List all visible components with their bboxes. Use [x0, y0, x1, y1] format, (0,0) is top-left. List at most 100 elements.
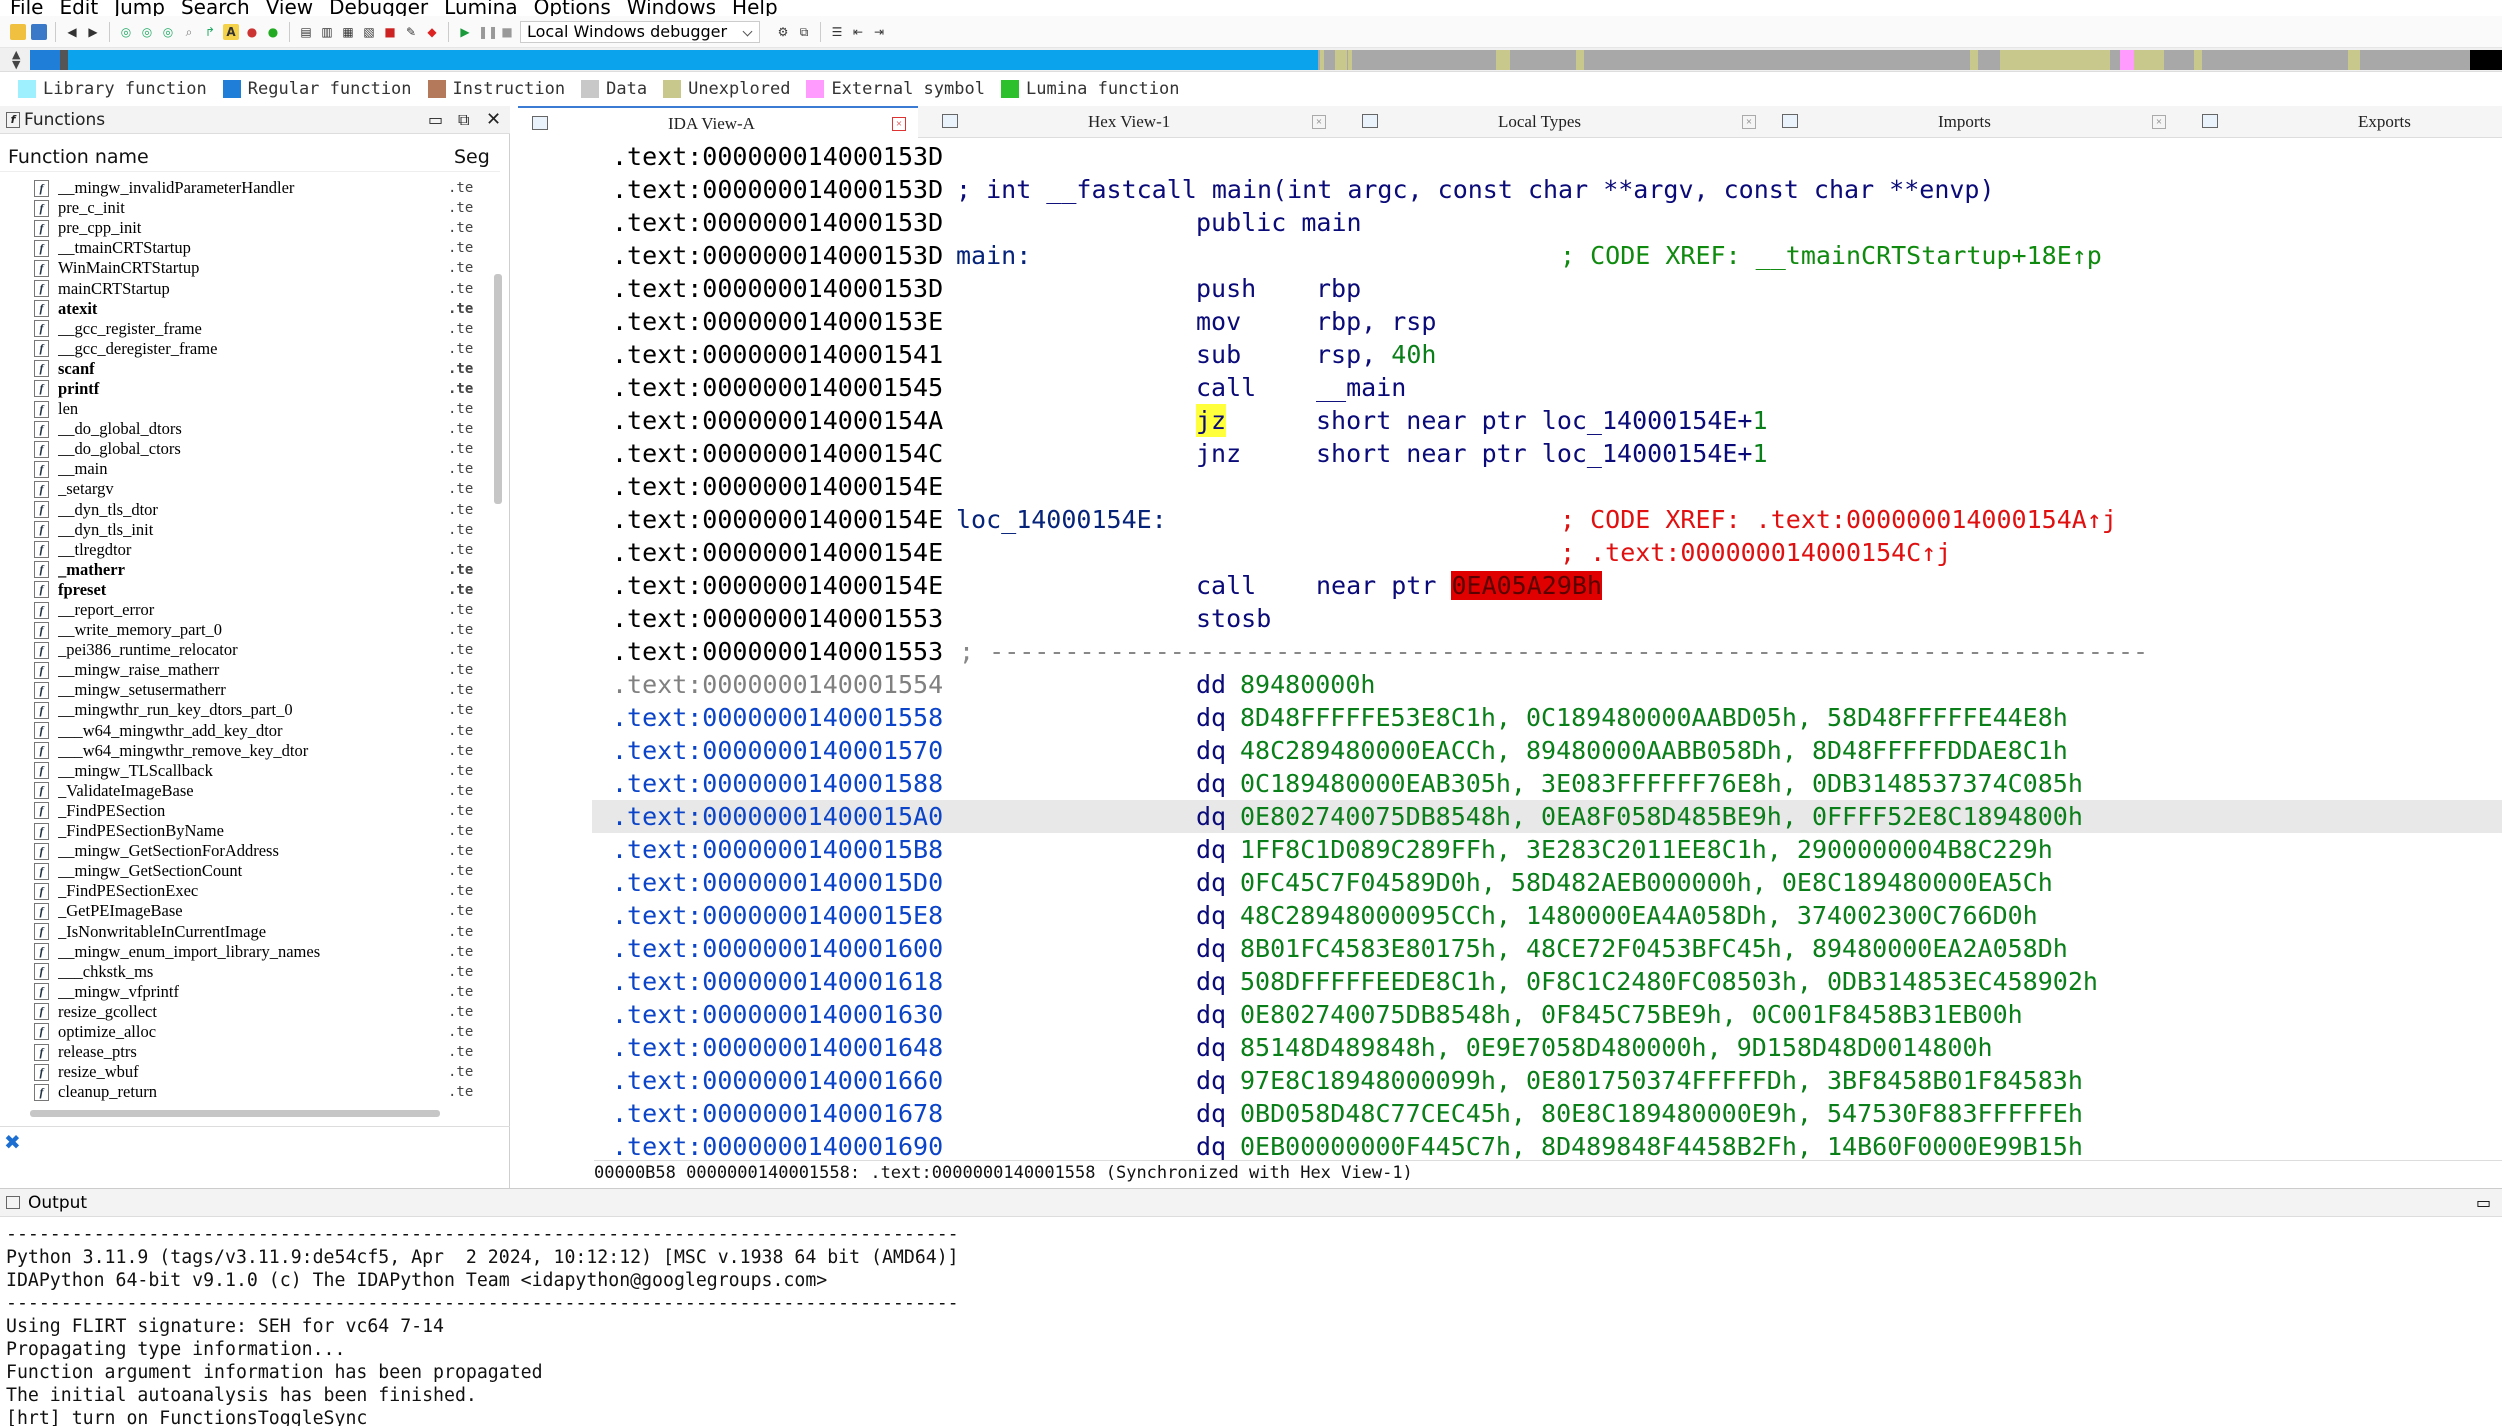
save-icon[interactable] — [31, 23, 47, 40]
attach-icon[interactable]: ⧉ — [796, 24, 812, 40]
function-row[interactable]: f ___chkstk_ms .te — [34, 962, 494, 982]
function-row[interactable]: f __main .te — [34, 459, 494, 479]
open-icon[interactable] — [10, 23, 26, 40]
float-icon[interactable]: ⧉ — [458, 106, 469, 134]
disasm-line[interactable]: .text:0000000140001553 stosb — [592, 602, 2502, 635]
filter-bar[interactable]: ✖ — [0, 1126, 510, 1156]
output-text[interactable]: ----------------------------------------… — [6, 1223, 2486, 1426]
function-row[interactable]: f scanf .te — [34, 359, 494, 379]
function-row[interactable]: f printf .te — [34, 379, 494, 399]
function-row[interactable]: f cleanup_return .te — [34, 1082, 494, 1102]
tab-close-icon[interactable]: × — [1312, 115, 1326, 129]
function-row[interactable]: f __mingw_GetSectionForAddress .te — [34, 841, 494, 861]
function-row[interactable]: f __write_memory_part_0 .te — [34, 620, 494, 640]
function-row[interactable]: f _GetPEImageBase .te — [34, 901, 494, 921]
code-icon[interactable]: ▤ — [298, 24, 314, 40]
function-row[interactable]: f __mingw_vfprintf .te — [34, 982, 494, 1002]
function-row[interactable]: f _matherr .te — [34, 560, 494, 580]
disasm-line[interactable]: .text:0000000140001558 dq 8D48FFFFFE53E8C1… — [592, 701, 2502, 734]
proximity-icon[interactable]: ◎ — [139, 24, 155, 40]
function-row[interactable]: f __mingwthr_run_key_dtors_part_0 .te — [34, 700, 494, 720]
tab-close-icon[interactable]: × — [892, 117, 906, 131]
menu-item-debugger[interactable]: Debugger — [329, 0, 428, 16]
indent-icon[interactable]: ⇤ — [850, 24, 866, 40]
function-row[interactable]: f __gcc_deregister_frame .te — [34, 339, 494, 359]
disasm-line[interactable]: .text:000000014000153E mov rbp, rsp — [592, 305, 2502, 338]
function-row[interactable]: f _setargv .te — [34, 479, 494, 499]
function-row[interactable]: f atexit .te — [34, 299, 494, 319]
function-row[interactable]: f _ValidateImageBase .te — [34, 781, 494, 801]
function-row[interactable]: f __mingw_setusermatherr .te — [34, 680, 494, 700]
function-row[interactable]: f ___w64_mingwthr_add_key_dtor .te — [34, 721, 494, 741]
tab-local-types[interactable]: Local Types × — [1348, 106, 1768, 138]
stop-debugger-icon[interactable]: ■ — [499, 24, 515, 40]
tab-close-icon[interactable]: × — [2152, 115, 2166, 129]
patch-icon[interactable]: ✎ — [403, 24, 419, 40]
tab-exports[interactable]: Exports — [2188, 106, 2502, 138]
run-script-icon[interactable]: ● — [265, 24, 281, 40]
disasm-line[interactable]: .text:00000001400015B8 dq 1FF8C1D089C289FF… — [592, 833, 2502, 866]
menu-item-search[interactable]: Search — [181, 0, 250, 16]
function-row[interactable]: f __do_global_ctors .te — [34, 439, 494, 459]
disasm-line[interactable]: .text:0000000140001690 dq 0EB00000000F445C… — [592, 1130, 2502, 1160]
disasm-line[interactable]: .text:0000000140001553 ; ---------------… — [592, 635, 2502, 668]
disasm-line[interactable]: .text:000000014000153D main: ; CODE XREF: … — [592, 239, 2502, 272]
disasm-line[interactable]: .text:000000014000153D ; int __fastcall m… — [592, 173, 2502, 206]
function-row[interactable]: f __dyn_tls_dtor .te — [34, 500, 494, 520]
tab-hex-view-1[interactable]: Hex View-1 × — [928, 106, 1338, 138]
debugger-select[interactable]: Local Windows debugger — [520, 20, 760, 43]
function-row[interactable]: f _pei386_runtime_relocator .te — [34, 640, 494, 660]
disasm-line[interactable]: .text:00000001400015A0 dq 0E802740075DB854… — [592, 800, 2502, 833]
function-row[interactable]: f pre_c_init .te — [34, 198, 494, 218]
function-row[interactable]: f __mingw_enum_import_library_names .te — [34, 942, 494, 962]
disasm-line[interactable]: .text:00000001400015E8 dq 48C28948000095CC… — [592, 899, 2502, 932]
disasm-line[interactable]: .text:0000000140001678 dq 0BD058D48C77CEC4… — [592, 1097, 2502, 1130]
function-row[interactable]: f _FindPESection .te — [34, 801, 494, 821]
back-icon[interactable]: ◀ — [64, 24, 80, 40]
function-row[interactable]: f __gcc_register_frame .te — [34, 319, 494, 339]
disasm-line[interactable]: .text:00000001400015D0 dq 0FC45C7F04589D0h… — [592, 866, 2502, 899]
disasm-line[interactable]: .text:0000000140001570 dq 48C289480000EACC… — [592, 734, 2502, 767]
maximize-icon[interactable]: ▭ — [2476, 1189, 2491, 1217]
disasm-line[interactable]: .text:0000000140001554 dd 89480000h — [592, 668, 2502, 701]
function-row[interactable]: f __mingw_raise_matherr .te — [34, 660, 494, 680]
menu-item-view[interactable]: View — [266, 0, 313, 16]
function-row[interactable]: f WinMainCRTStartup .te — [34, 258, 494, 278]
disasm-line[interactable]: .text:000000014000153D — [592, 140, 2502, 173]
function-row[interactable]: f __dyn_tls_init .te — [34, 520, 494, 540]
disasm-line[interactable]: .text:0000000140001541 sub rsp, 40h — [592, 338, 2502, 371]
disasm-line[interactable]: .text:000000014000154E call near ptr 0EA05… — [592, 569, 2502, 602]
stop-icon[interactable]: ■ — [382, 24, 398, 40]
function-row[interactable]: f __tlregdtor .te — [34, 540, 494, 560]
function-row[interactable]: f resize_gcollect .te — [34, 1002, 494, 1022]
bad-address-operand[interactable]: 0EA05A29Bh — [1451, 571, 1602, 600]
clear-filter-icon[interactable]: ✖ — [4, 1130, 21, 1154]
vertical-scrollbar[interactable] — [494, 274, 502, 504]
breakpoint-icon[interactable]: ◆ — [424, 24, 440, 40]
tab-ida-view-a[interactable]: IDA View-A × — [518, 106, 918, 138]
disasm-line[interactable]: .text:000000014000154C jnz short near ptr … — [592, 437, 2502, 470]
disasm-line[interactable]: .text:000000014000153D public main — [592, 206, 2502, 239]
disasm-line[interactable]: .text:000000014000154E — [592, 470, 2502, 503]
function-row[interactable]: f _IsNonwritableInCurrentImage .te — [34, 921, 494, 941]
menu-item-lumina[interactable]: Lumina — [444, 0, 517, 16]
disasm-line[interactable]: .text:0000000140001600 dq 8B01FC4583E80175… — [592, 932, 2502, 965]
disasm-line[interactable]: .text:000000014000154A jz short near ptr l… — [592, 404, 2502, 437]
disasm-line[interactable]: .text:000000014000154E ; .text:0000000140… — [592, 536, 2502, 569]
ida-view-disassembly[interactable]: .text:000000014000153D .text:000000014000… — [592, 140, 2502, 1160]
jump-icon[interactable]: ↱ — [202, 24, 218, 40]
col-function-name[interactable]: Function name — [8, 142, 149, 172]
horizontal-scrollbar[interactable] — [30, 1110, 440, 1117]
col-segment[interactable]: Seg — [454, 142, 490, 172]
search-icon[interactable]: ⌕ — [181, 24, 197, 40]
text-view-icon[interactable]: ◎ — [160, 24, 176, 40]
close-icon[interactable]: ✕ — [486, 106, 501, 134]
function-row[interactable]: f __mingw_TLScallback .te — [34, 761, 494, 781]
menu-item-help[interactable]: Help — [732, 0, 778, 16]
function-row[interactable]: f pre_cpp_init .te — [34, 218, 494, 238]
function-row[interactable]: f _FindPESectionExec .te — [34, 881, 494, 901]
nav-scroll-arrows-icon[interactable]: ▲ ▼ — [12, 49, 20, 70]
function-row[interactable]: f len .te — [34, 399, 494, 419]
menu-item-file[interactable]: File — [10, 0, 43, 16]
menu-item-jump[interactable]: Jump — [114, 0, 165, 16]
